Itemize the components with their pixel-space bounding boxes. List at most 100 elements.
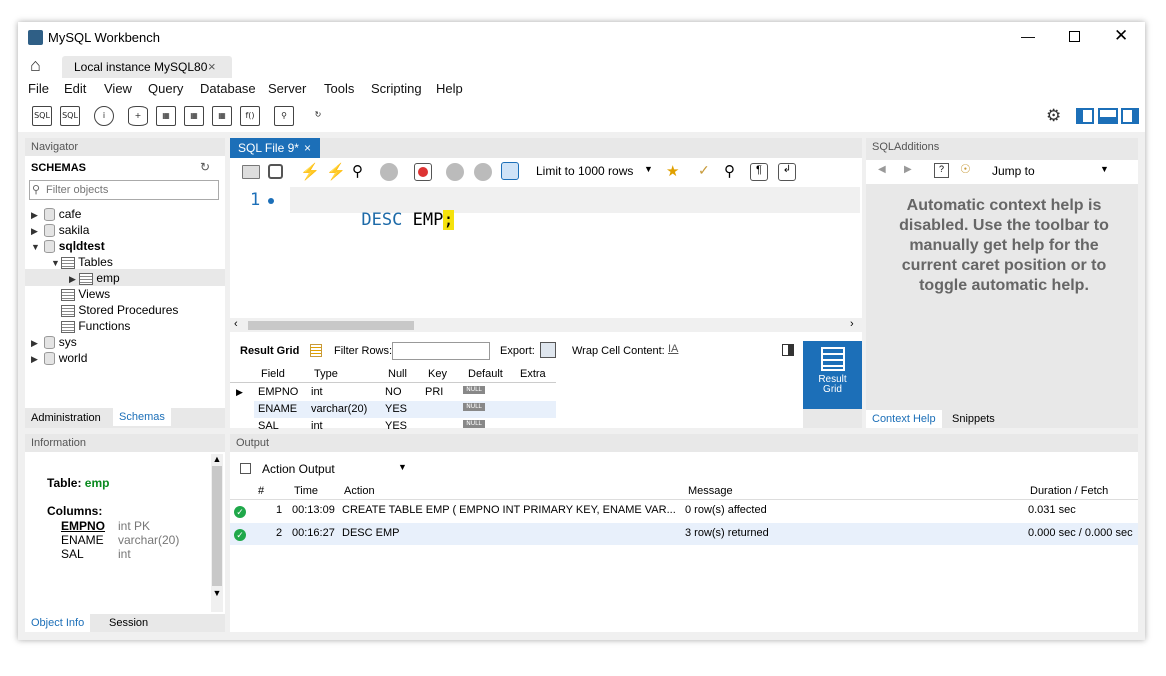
schema-item-sqldtest[interactable]: ▼ sqldtest — [31, 238, 105, 255]
grid-cell[interactable]: YES — [385, 418, 407, 435]
grid-cell[interactable]: EMPNO — [258, 384, 298, 401]
create-view-icon[interactable]: ▦ — [184, 106, 204, 126]
rollback-icon[interactable] — [474, 163, 492, 181]
commit-icon[interactable] — [446, 163, 464, 181]
menu-scripting[interactable]: Scripting — [371, 81, 422, 96]
output-col-header[interactable]: Message — [688, 485, 733, 497]
stop-icon[interactable] — [380, 163, 398, 181]
scroll-right-icon[interactable]: › — [850, 318, 854, 330]
grid-cell[interactable]: varchar(20) — [311, 401, 367, 418]
search-table-data-icon[interactable]: ⚲ — [274, 106, 294, 126]
grid-cell[interactable]: SAL — [258, 418, 279, 435]
toggle-sidebar-icon[interactable] — [1076, 108, 1094, 124]
menu-view[interactable]: View — [104, 81, 132, 96]
table-row[interactable]: ✓ 1 00:13:09 CREATE TABLE EMP ( EMPNO IN… — [230, 500, 1138, 522]
expand-icon[interactable]: ▶ — [69, 271, 79, 287]
connection-tab-close-icon[interactable]: × — [208, 59, 216, 74]
toggle-output-icon[interactable] — [1098, 108, 1118, 124]
null-badge[interactable]: NULL — [463, 386, 485, 394]
execute-icon[interactable]: ⚡ — [300, 162, 320, 181]
manual-help-icon[interactable]: ? — [934, 163, 949, 178]
refresh-schemas-icon[interactable]: ↻ — [200, 160, 210, 174]
menu-help[interactable]: Help — [436, 81, 463, 96]
preferences-gear-icon[interactable]: ⚙ — [1046, 106, 1061, 126]
tab-administration[interactable]: Administration — [25, 409, 107, 427]
filter-box[interactable]: ⚲ — [29, 180, 219, 200]
tab-snippets[interactable]: Snippets — [946, 410, 1001, 428]
menu-query[interactable]: Query — [148, 81, 183, 96]
functions-node[interactable]: Functions — [61, 318, 130, 334]
auto-help-icon[interactable]: ☉ — [960, 162, 971, 176]
scroll-left-icon[interactable]: ‹ — [234, 318, 238, 330]
expand-icon[interactable]: ▶ — [31, 351, 41, 367]
maximize-button[interactable] — [1069, 31, 1080, 42]
output-col-header[interactable]: Duration / Fetch — [1030, 485, 1108, 497]
inspector-icon[interactable]: i — [94, 106, 114, 126]
grid-view-icon[interactable] — [310, 344, 322, 357]
close-window-button[interactable]: ✕ — [1114, 26, 1128, 46]
create-schema-icon[interactable]: + — [128, 106, 148, 126]
editor-hscrollbar[interactable]: ‹ › — [230, 318, 862, 332]
invisible-chars-icon[interactable]: ¶ — [750, 163, 768, 181]
filter-rows-input[interactable] — [392, 342, 490, 360]
create-function-icon[interactable]: f() — [240, 106, 260, 126]
open-file-icon[interactable] — [242, 165, 260, 179]
tab-object-info[interactable]: Object Info — [25, 614, 91, 632]
connection-tab[interactable]: Local instance MySQL80 × — [62, 56, 232, 78]
tab-context-help[interactable]: Context Help — [866, 410, 942, 428]
table-item-emp[interactable]: ▶ emp — [69, 270, 120, 287]
output-col-header[interactable]: Time — [294, 485, 318, 497]
copy-output-icon[interactable] — [240, 463, 251, 474]
grid-cell[interactable]: int — [311, 384, 323, 401]
wrap-cell-icon[interactable]: IA — [668, 343, 678, 355]
create-table-icon[interactable]: ▦ — [156, 106, 176, 126]
create-procedure-icon[interactable]: ▦ — [212, 106, 232, 126]
schema-item-world[interactable]: ▶ world — [31, 350, 87, 367]
null-badge[interactable]: NULL — [463, 403, 485, 411]
tab-schemas[interactable]: Schemas — [113, 408, 171, 426]
beautify-icon[interactable]: ✓ — [698, 162, 716, 180]
views-node[interactable]: Views — [61, 286, 110, 302]
menu-file[interactable]: File — [28, 81, 49, 96]
toggle-secondary-sidebar-icon[interactable] — [1121, 108, 1139, 124]
schema-item-cafe[interactable]: ▶ cafe — [31, 206, 81, 223]
execute-current-icon[interactable]: ⚡ — [326, 162, 346, 181]
tab-session[interactable]: Session — [103, 614, 154, 632]
schema-item-sys[interactable]: ▶ sys — [31, 334, 77, 351]
find-icon[interactable]: ⚲ — [724, 162, 742, 180]
sql-code-line[interactable]: DESC EMP; — [300, 190, 454, 250]
grid-cell[interactable]: PRI — [425, 384, 443, 401]
explain-icon[interactable]: ⚲ — [352, 162, 370, 180]
menu-database[interactable]: Database — [200, 81, 256, 96]
output-type-select[interactable]: Action Output ▼ — [258, 460, 408, 478]
grid-cell[interactable]: int — [311, 418, 323, 435]
output-col-header[interactable]: # — [258, 485, 264, 497]
toggle-stop-on-error-icon[interactable] — [414, 163, 432, 181]
grid-col-header[interactable]: Extra — [520, 366, 546, 383]
output-col-header[interactable]: Action — [344, 485, 375, 497]
procedures-node[interactable]: Stored Procedures — [61, 302, 178, 318]
scroll-up-icon[interactable]: ▲ — [211, 454, 223, 464]
sql-file-tab[interactable]: SQL File 9* × — [230, 138, 320, 158]
info-scrollbar[interactable]: ▲ ▼ — [211, 454, 223, 612]
collapse-icon[interactable]: ▼ — [31, 239, 41, 255]
null-badge[interactable]: NULL — [463, 420, 485, 428]
forward-icon[interactable]: ▶ — [904, 164, 912, 175]
jump-to-select[interactable]: Jump to ▼ — [990, 163, 1109, 181]
grid-col-header[interactable]: Default — [468, 366, 503, 383]
grid-col-header[interactable]: Null — [388, 366, 407, 383]
grid-cell[interactable]: NO — [385, 384, 402, 401]
home-icon[interactable]: ⌂ — [30, 55, 41, 76]
scroll-thumb[interactable] — [212, 466, 222, 586]
grid-col-header[interactable]: Key — [428, 366, 447, 383]
schema-item-sakila[interactable]: ▶ sakila — [31, 222, 89, 239]
grid-col-header[interactable]: Type — [314, 366, 338, 383]
table-row[interactable]: ✓ 2 00:16:27 DESC EMP 3 row(s) returned … — [230, 523, 1138, 545]
scroll-down-icon[interactable]: ▼ — [211, 588, 223, 598]
limit-rows-select[interactable]: Limit to 1000 rows ▼ — [532, 163, 656, 181]
wrap-lines-icon[interactable]: ↲ — [778, 163, 796, 181]
menu-server[interactable]: Server — [268, 81, 306, 96]
expand-icon[interactable]: ▶ — [31, 335, 41, 351]
open-sql-script-icon[interactable]: SQL — [60, 106, 80, 126]
expand-icon[interactable]: ▶ — [31, 223, 41, 239]
